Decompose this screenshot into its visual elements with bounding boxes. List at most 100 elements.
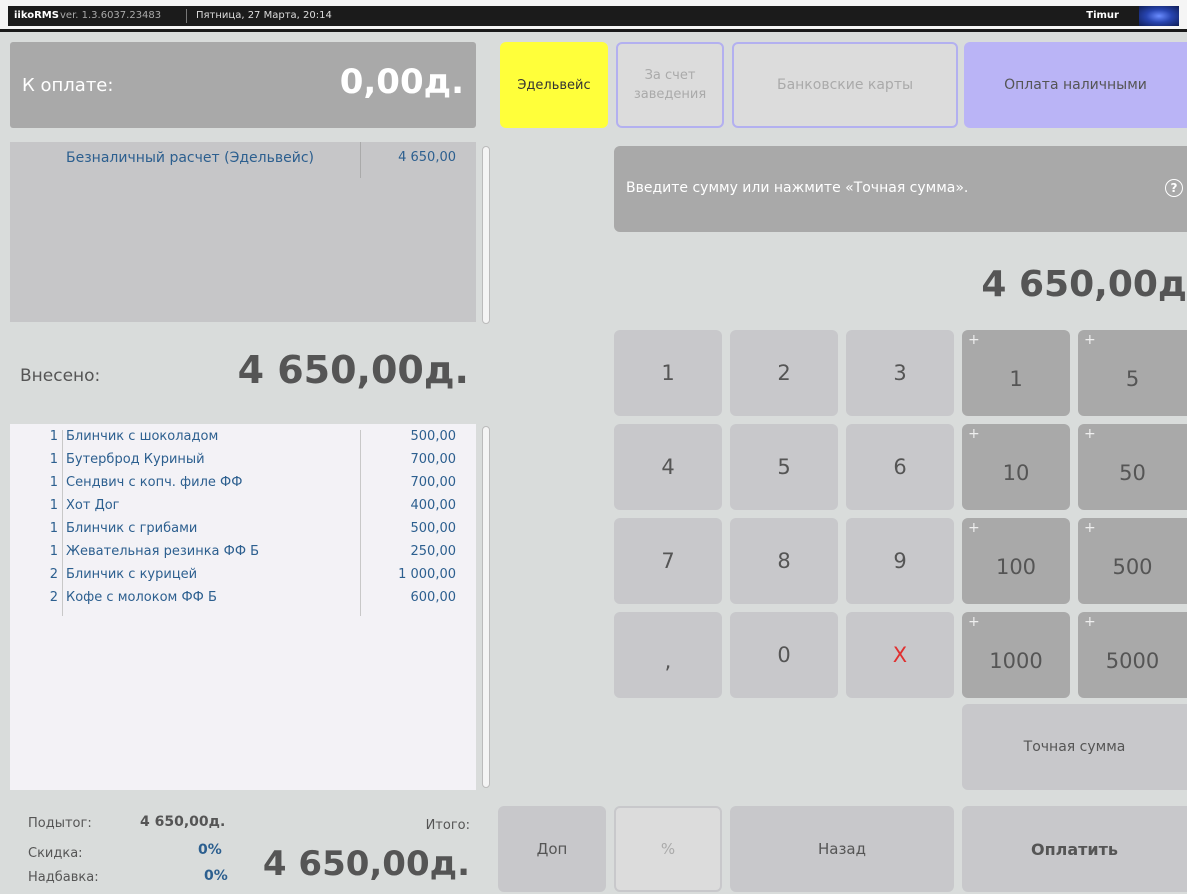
plus-icon: + xyxy=(968,614,980,630)
quick-add-5000[interactable]: +5000 xyxy=(1078,612,1187,698)
key-0[interactable]: 0 xyxy=(730,612,838,698)
list-item[interactable]: 1 Жевательная резинка ФФ Б 250,00 xyxy=(10,544,476,562)
item-price: 400,00 xyxy=(410,498,457,513)
payment-method-bank-cards[interactable]: Банковские карты xyxy=(732,42,958,128)
payment-method-cash[interactable]: Оплата наличными xyxy=(964,42,1187,128)
plus-icon: + xyxy=(1084,614,1096,630)
plus-icon: + xyxy=(968,520,980,536)
order-totals: Подытог: 4 650,00д. Скидка: 0% Надбавка:… xyxy=(10,800,476,894)
quick-add-label: 1 xyxy=(1009,367,1023,391)
items-scrollbar[interactable] xyxy=(482,426,490,788)
list-item[interactable]: 1 Сендвич с копч. филе ФФ 700,00 xyxy=(10,475,476,493)
back-label: Назад xyxy=(817,840,866,858)
list-item[interactable]: 1 Блинчик с шоколадом 500,00 xyxy=(10,429,476,447)
list-item[interactable]: 1 Блинчик с грибами 500,00 xyxy=(10,521,476,539)
exact-sum-button[interactable]: Точная сумма xyxy=(962,704,1187,790)
list-item[interactable]: 1 Бутерброд Куриный 700,00 xyxy=(10,452,476,470)
payments-scrollbar[interactable] xyxy=(482,146,490,324)
quick-add-10[interactable]: +10 xyxy=(962,424,1070,510)
quick-add-1000[interactable]: +1000 xyxy=(962,612,1070,698)
item-qty: 1 xyxy=(49,498,58,513)
surcharge-label: Надбавка: xyxy=(28,870,99,885)
key-8[interactable]: 8 xyxy=(730,518,838,604)
payment-sum: 4 650,00 xyxy=(398,150,456,165)
key-label: 7 xyxy=(661,549,675,573)
help-icon[interactable]: ? xyxy=(1165,179,1183,197)
hint-panel: Введите сумму или нажмите «Точная сумма»… xyxy=(614,146,1187,232)
discount-value[interactable]: 0% xyxy=(198,842,222,858)
payment-row[interactable]: Безналичный расчет (Эдельвейс) 4 650,00 xyxy=(10,150,476,170)
clear-icon: X xyxy=(892,643,908,667)
quick-add-label: 50 xyxy=(1119,461,1146,485)
quick-add-label: 5 xyxy=(1125,367,1140,391)
item-name: Блинчик с грибами xyxy=(66,521,198,536)
key-1[interactable]: 1 xyxy=(614,330,722,416)
key-label: 0 xyxy=(777,643,791,667)
key-label: 6 xyxy=(893,455,907,479)
key-5[interactable]: 5 xyxy=(730,424,838,510)
item-qty: 1 xyxy=(49,521,58,536)
house-account-label-line1: За счет xyxy=(644,67,696,83)
key-comma[interactable]: , xyxy=(614,612,722,698)
quick-add-100[interactable]: +100 xyxy=(962,518,1070,604)
quick-add-500[interactable]: +500 xyxy=(1078,518,1187,604)
item-price: 600,00 xyxy=(410,590,457,605)
plus-icon: + xyxy=(1084,332,1096,348)
key-label: 5 xyxy=(777,455,791,479)
key-6[interactable]: 6 xyxy=(846,424,954,510)
item-price: 700,00 xyxy=(410,452,457,467)
deposited-value: 4 650,00д. xyxy=(237,348,469,392)
entered-amount: 4 650,00д xyxy=(981,264,1187,305)
subtotal-value: 4 650,00д. xyxy=(140,814,226,830)
key-clear[interactable]: X xyxy=(846,612,954,698)
percent-button[interactable]: % xyxy=(614,806,722,892)
key-9[interactable]: 9 xyxy=(846,518,954,604)
key-label: 3 xyxy=(893,361,907,385)
quick-add-5[interactable]: +5 xyxy=(1078,330,1187,416)
order-items-list[interactable]: 1 Блинчик с шоколадом 500,00 1 Бутерброд… xyxy=(10,424,476,790)
extra-button[interactable]: Доп xyxy=(498,806,606,892)
bank-cards-label: Банковские карты xyxy=(776,77,914,93)
key-label: 1 xyxy=(661,361,675,385)
item-name: Блинчик с курицей xyxy=(66,567,198,582)
quick-add-label: 100 xyxy=(995,555,1037,579)
item-name: Жевательная резинка ФФ Б xyxy=(66,544,260,559)
deposited-label: Внесено: xyxy=(20,366,101,386)
item-name: Сендвич с копч. филе ФФ xyxy=(66,475,243,490)
back-button[interactable]: Назад xyxy=(730,806,954,892)
item-name: Кофе с молоком ФФ Б xyxy=(66,590,217,605)
quick-add-1[interactable]: +1 xyxy=(962,330,1070,416)
key-2[interactable]: 2 xyxy=(730,330,838,416)
title-bar-inner: iikoRMS ver. 1.3.6037.23483 Пятница, 27 … xyxy=(8,6,1179,26)
key-label: 9 xyxy=(893,549,907,573)
key-4[interactable]: 4 xyxy=(614,424,722,510)
surcharge-value[interactable]: 0% xyxy=(204,868,228,884)
pay-button[interactable]: Оплатить xyxy=(962,806,1187,892)
quick-add-50[interactable]: +50 xyxy=(1078,424,1187,510)
pay-label: Оплатить xyxy=(1030,839,1119,859)
payment-method-edelweiss[interactable]: Эдельвейс xyxy=(500,42,608,128)
list-item[interactable]: 2 Блинчик с курицей 1 000,00 xyxy=(10,567,476,585)
key-7[interactable]: 7 xyxy=(614,518,722,604)
quick-add-label: 500 xyxy=(1112,555,1153,579)
payment-method-house-account[interactable]: За счет заведения xyxy=(616,42,724,128)
list-item[interactable]: 1 Хот Дог 400,00 xyxy=(10,498,476,516)
user-avatar[interactable] xyxy=(1139,6,1179,26)
list-item[interactable]: 2 Кофе с молоком ФФ Б 600,00 xyxy=(10,590,476,608)
hint-text: Введите сумму или нажмите «Точная сумма»… xyxy=(626,180,969,196)
key-3[interactable]: 3 xyxy=(846,330,954,416)
payment-name: Безналичный расчет (Эдельвейс) xyxy=(66,150,314,166)
item-qty: 1 xyxy=(49,544,58,559)
item-qty: 2 xyxy=(49,567,58,582)
percent-label: % xyxy=(660,840,676,858)
quick-add-label: 10 xyxy=(1002,461,1030,485)
item-qty: 1 xyxy=(49,475,58,490)
item-price: 500,00 xyxy=(410,521,457,536)
payment-method-edelweiss-label: Эдельвейс xyxy=(517,77,591,93)
payments-column-divider xyxy=(360,142,361,178)
payments-list[interactable]: Безналичный расчет (Эдельвейс) 4 650,00 xyxy=(10,142,476,322)
key-label: 8 xyxy=(777,549,791,573)
amount-to-pay-label: К оплате: xyxy=(22,75,114,96)
user-name[interactable]: Timur xyxy=(1086,10,1119,21)
app-name: iikoRMS xyxy=(14,10,59,21)
